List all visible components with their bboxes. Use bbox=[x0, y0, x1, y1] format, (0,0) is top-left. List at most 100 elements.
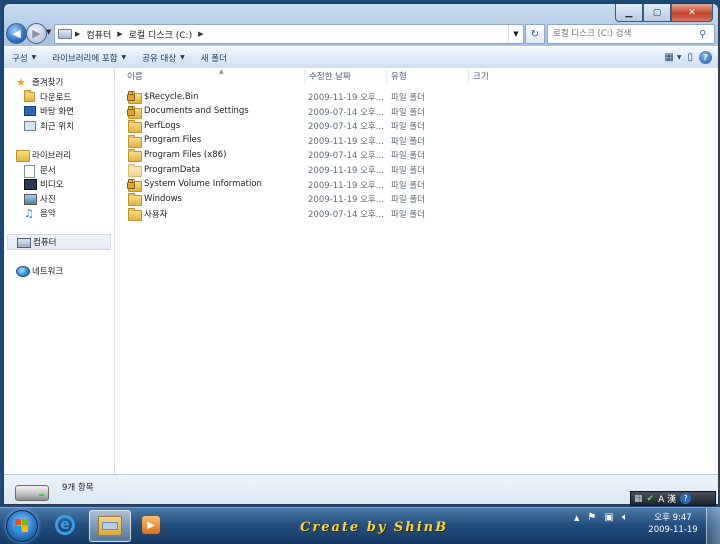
file-date: 2009-07-14 오후... bbox=[308, 122, 384, 133]
table-row[interactable]: PerfLogs 2009-07-14 오후... 파일 폴더 bbox=[115, 119, 455, 134]
back-button[interactable]: ◀ bbox=[6, 23, 27, 44]
locked-folder-icon bbox=[127, 178, 142, 192]
breadcrumb-local-disk[interactable]: 로컬 디스크 (C:) bbox=[126, 25, 195, 43]
taskbar-media-player[interactable]: ▶ bbox=[131, 510, 171, 540]
chevron-right-icon[interactable]: ▶ bbox=[114, 30, 125, 38]
forward-arrow-icon: ▶ bbox=[32, 27, 41, 40]
folder-icon bbox=[128, 193, 142, 207]
column-header-modified[interactable]: 수정한 날짜 bbox=[305, 70, 387, 84]
start-button[interactable] bbox=[6, 510, 38, 542]
file-date: 2009-11-19 오후... bbox=[308, 166, 384, 176]
file-name-cell: System Volume Information bbox=[127, 178, 262, 192]
nav-documents[interactable]: 문서 bbox=[24, 163, 56, 178]
table-row[interactable]: ProgramData 2009-11-19 오후... 파일 폴더 bbox=[115, 163, 455, 177]
internet-explorer-icon: e bbox=[55, 515, 75, 535]
network-status-icon[interactable]: ▣ bbox=[604, 512, 613, 523]
help-icon[interactable]: ? bbox=[680, 493, 692, 504]
language-bar[interactable]: ▦ ✔ A 漢 ? bbox=[630, 491, 716, 506]
nav-libraries[interactable]: 라이브러리 bbox=[16, 148, 71, 162]
action-center-flag-icon[interactable]: ⚑ bbox=[587, 512, 596, 523]
refresh-button[interactable]: ↻ bbox=[525, 24, 545, 44]
file-type: 파일 폴더 bbox=[391, 195, 425, 206]
recent-pages-dropdown[interactable]: ▼ bbox=[46, 28, 51, 36]
clock[interactable]: 오후 9:47 2009-11-19 bbox=[648, 512, 698, 536]
nav-recent-places[interactable]: 최근 위치 bbox=[24, 119, 74, 133]
recent-places-icon bbox=[24, 120, 36, 132]
address-bar[interactable]: ▶ 컴퓨터 ▶ 로컬 디스크 (C:) ▶ ▼ bbox=[54, 24, 524, 44]
nav-videos-label: 비디오 bbox=[40, 180, 64, 190]
nav-downloads[interactable]: 다운로드 bbox=[24, 89, 72, 104]
nav-favorites[interactable]: ★ 즐겨찾기 bbox=[16, 75, 63, 89]
search-box[interactable]: ⚲ bbox=[547, 24, 715, 44]
search-input[interactable] bbox=[548, 28, 699, 40]
file-date: 2009-11-19 오후... bbox=[308, 136, 384, 147]
include-in-library-menu[interactable]: 라이브러리에 포함 ▼ bbox=[44, 47, 134, 68]
column-header-type[interactable]: 유형 bbox=[387, 70, 469, 84]
forward-button[interactable]: ▶ bbox=[26, 23, 47, 44]
back-arrow-icon: ◀ bbox=[12, 27, 21, 40]
organize-menu[interactable]: 구성 ▼ bbox=[4, 47, 44, 68]
view-controls: ▦ ▼ ▯ ? bbox=[664, 49, 712, 65]
file-type: 파일 폴더 bbox=[391, 166, 425, 176]
star-icon: ★ bbox=[16, 75, 26, 89]
address-history-dropdown[interactable]: ▼ bbox=[508, 25, 523, 43]
column-header-name[interactable]: 이름 ▲ bbox=[123, 68, 305, 84]
nav-documents-label: 문서 bbox=[40, 166, 56, 176]
new-folder-button[interactable]: 새 폴더 bbox=[193, 47, 235, 68]
table-row[interactable]: 사용자 2009-07-14 오후... 파일 폴더 bbox=[115, 207, 455, 222]
nav-videos[interactable]: 비디오 bbox=[24, 177, 63, 191]
nav-music[interactable]: ♫ 음악 bbox=[24, 206, 56, 220]
column-modified-label: 수정한 날짜 bbox=[309, 72, 351, 82]
nav-pictures[interactable]: 사진 bbox=[24, 192, 56, 206]
table-row[interactable]: Program Files (x86) 2009-07-14 오후... 파일 폴더 bbox=[115, 148, 455, 163]
column-header-size[interactable]: 크기 bbox=[469, 70, 549, 84]
chevron-down-icon: ▼ bbox=[121, 54, 127, 61]
chevron-down-icon: ▼ bbox=[180, 54, 185, 61]
chevron-down-icon: ▼ bbox=[676, 53, 682, 61]
chevron-right-icon[interactable]: ▶ bbox=[195, 30, 206, 38]
column-size-label: 크기 bbox=[473, 72, 489, 82]
search-icon[interactable]: ⚲ bbox=[699, 29, 706, 40]
nav-downloads-label: 다운로드 bbox=[40, 93, 72, 103]
preview-pane-button[interactable]: ▯ bbox=[687, 49, 693, 65]
breadcrumb-computer[interactable]: 컴퓨터 bbox=[83, 25, 114, 43]
minimize-button[interactable]: ▁ bbox=[615, 4, 643, 22]
volume-icon[interactable]: 🔈︎ bbox=[622, 512, 628, 523]
nav-music-label: 음악 bbox=[40, 209, 56, 219]
help-button[interactable]: ? bbox=[699, 50, 712, 64]
file-name: Windows bbox=[144, 193, 182, 204]
new-folder-label: 새 폴더 bbox=[200, 53, 227, 64]
taskbar-internet-explorer[interactable]: e bbox=[45, 510, 85, 540]
refresh-icon: ↻ bbox=[530, 28, 540, 40]
show-desktop-button[interactable] bbox=[706, 508, 720, 544]
locked-folder-icon bbox=[127, 105, 142, 119]
explorer-window: ▁ ▢ ✕ ◀ ▶ ▼ ▶ 컴퓨터 ▶ 로컬 디스크 (C:) ▶ ▼ ↻ ⚲ … bbox=[3, 3, 719, 505]
table-row[interactable]: System Volume Information 2009-11-19 오후..… bbox=[115, 178, 455, 192]
file-name: ProgramData bbox=[144, 164, 201, 175]
help-icon: ? bbox=[703, 52, 708, 62]
maximize-button[interactable]: ▢ bbox=[643, 4, 671, 22]
view-options-button[interactable]: ▦ ▼ bbox=[664, 49, 681, 65]
downloads-folder-icon bbox=[24, 89, 35, 103]
table-row[interactable]: Program Files 2009-11-19 오후... 파일 폴더 bbox=[115, 134, 455, 148]
table-row[interactable]: Documents and Settings 2009-07-14 오후... 파일… bbox=[115, 105, 455, 119]
language-mode[interactable]: A 漢 bbox=[658, 492, 676, 505]
locked-folder-icon bbox=[127, 91, 142, 104]
file-name-cell: 사용자 bbox=[128, 208, 167, 222]
share-with-menu[interactable]: 공유 대상 ▼ bbox=[134, 47, 193, 68]
chevron-right-icon[interactable]: ▶ bbox=[72, 30, 83, 38]
ime-toggle-icon[interactable]: ✔ bbox=[647, 494, 655, 504]
file-date: 2009-07-14 오후... bbox=[308, 107, 384, 118]
organize-label: 구성 bbox=[12, 53, 28, 64]
nav-computer[interactable]: 컴퓨터 bbox=[7, 234, 111, 250]
nav-network[interactable]: 네트워크 bbox=[16, 264, 63, 278]
table-row[interactable]: Windows 2009-11-19 오후... 파일 폴더 bbox=[115, 192, 455, 207]
include-library-label: 라이브러리에 포함 bbox=[52, 53, 118, 64]
language-options-icon[interactable]: ▦ bbox=[634, 494, 643, 504]
close-button[interactable]: ✕ bbox=[671, 4, 713, 22]
table-row[interactable]: $Recycle.Bin 2009-11-19 오후... 파일 폴더 bbox=[115, 90, 455, 104]
taskbar-windows-explorer[interactable] bbox=[89, 510, 131, 542]
nav-desktop[interactable]: 바탕 화면 bbox=[24, 104, 74, 118]
music-icon: ♫ bbox=[24, 206, 34, 220]
show-hidden-icons-icon[interactable]: ▲ bbox=[574, 514, 579, 522]
